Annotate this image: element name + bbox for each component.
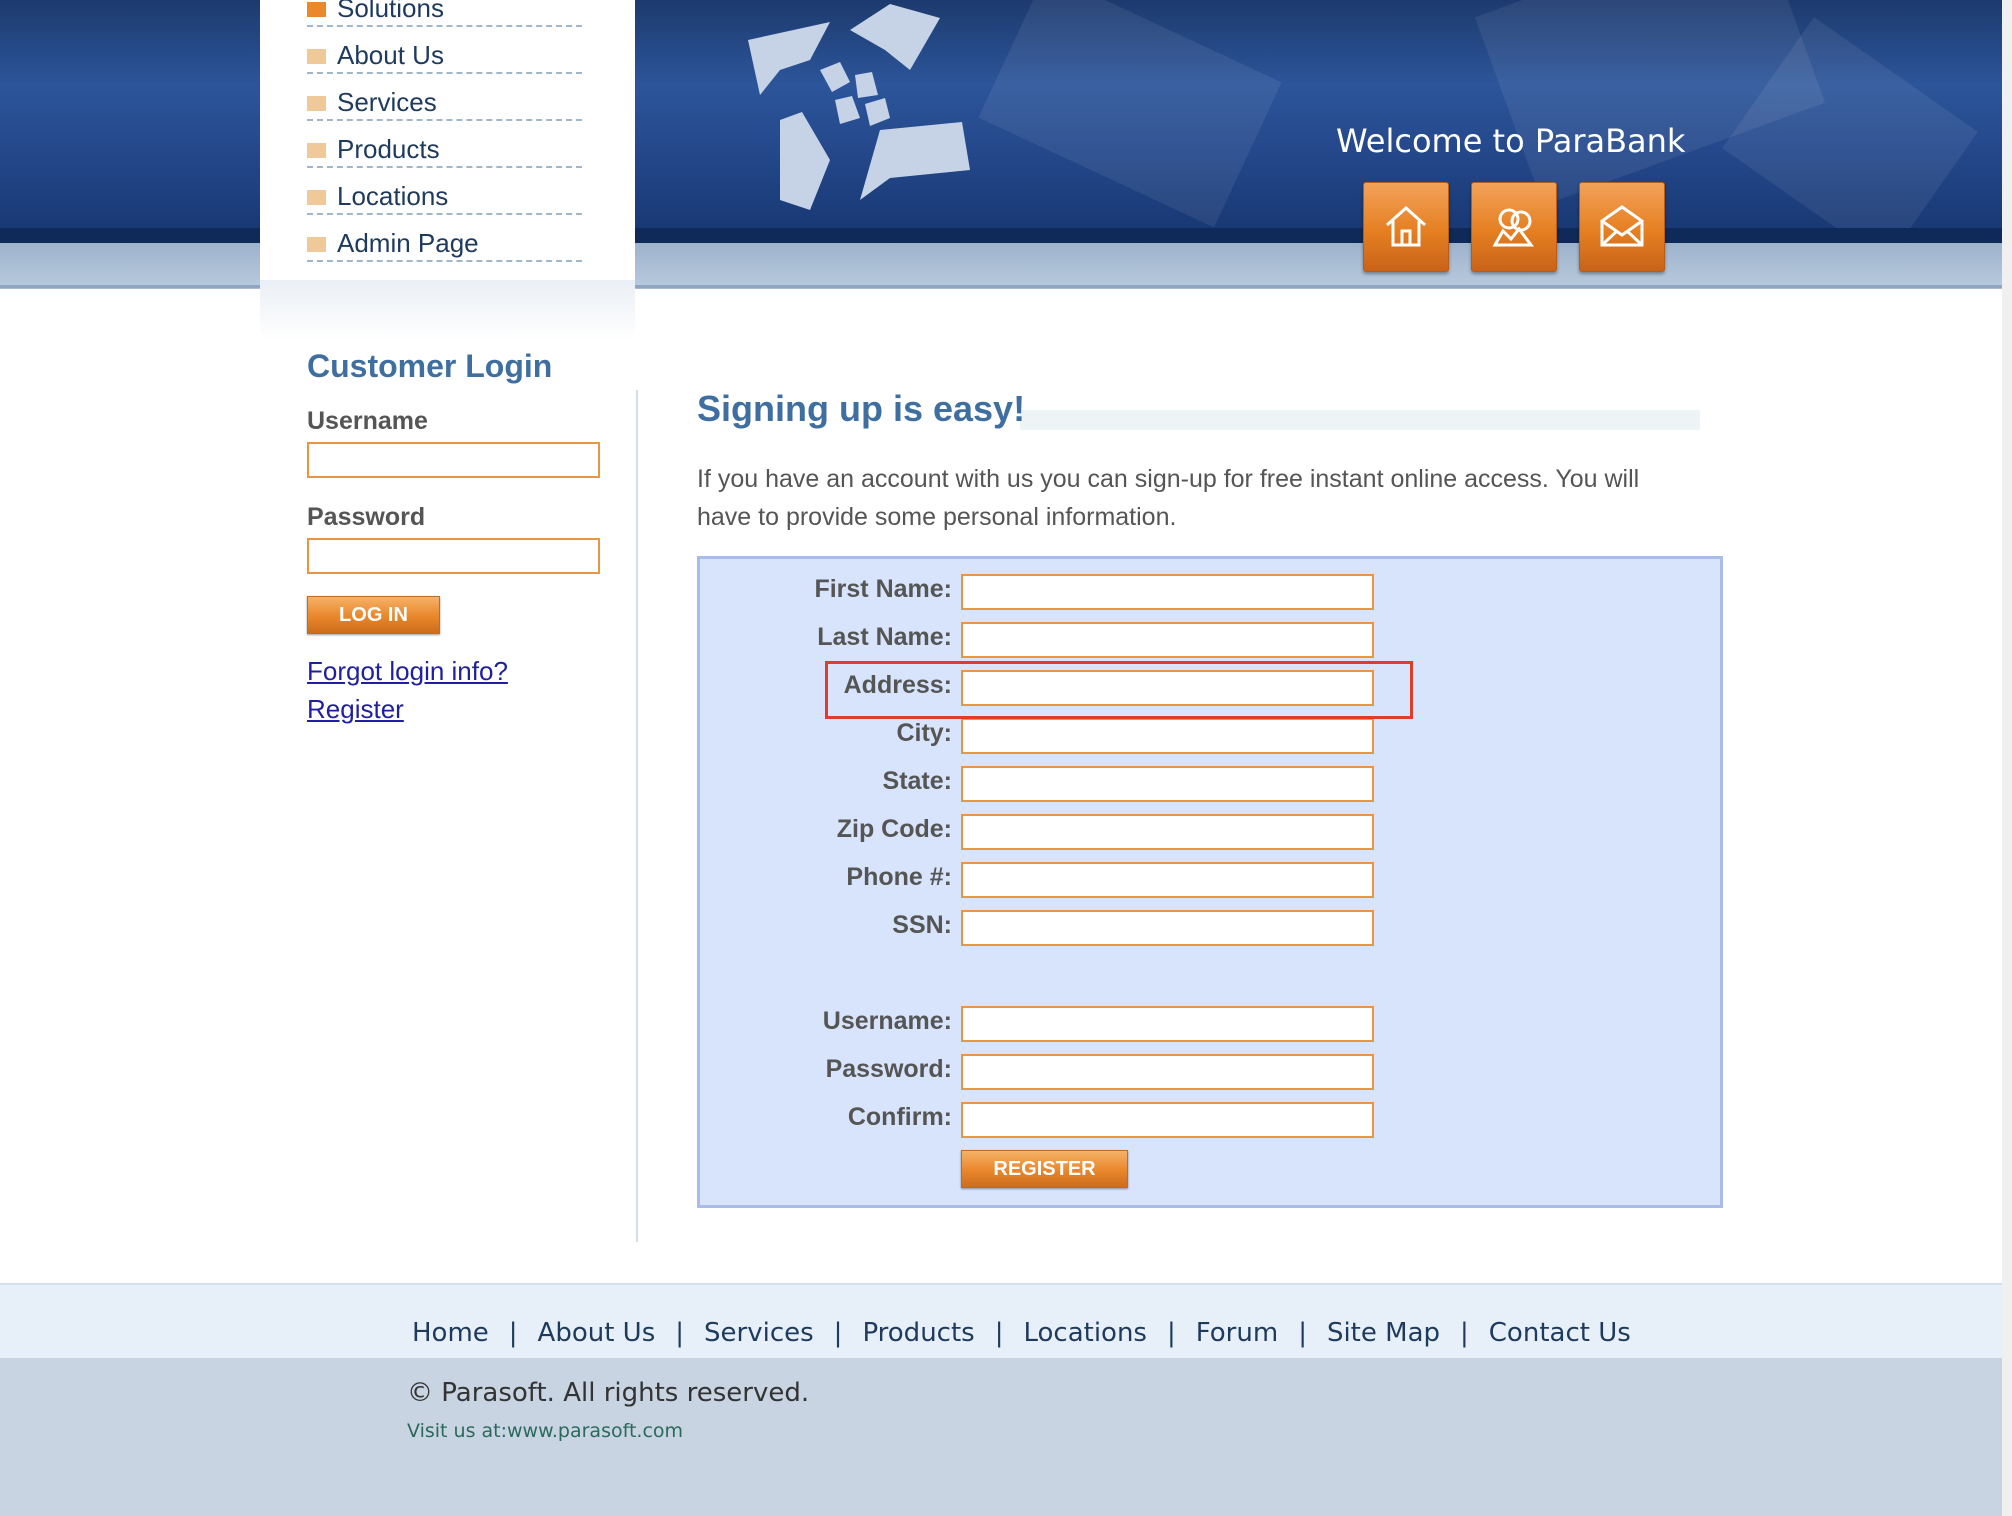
address-highlight-box <box>825 661 1413 719</box>
copyright-text: © Parasoft. All rights reserved. <box>407 1378 810 1408</box>
phone-label: Phone #: <box>846 863 952 891</box>
footer-lower <box>0 1358 2002 1516</box>
username-field-label: Username: <box>822 1007 952 1035</box>
bullet-icon <box>307 237 326 252</box>
footer-separator: | <box>1166 1318 1176 1348</box>
bullet-icon <box>307 49 326 64</box>
sidebar-item-services[interactable]: Services <box>307 74 582 121</box>
confirm-label: Confirm: <box>847 1103 952 1131</box>
first-name-input[interactable] <box>961 574 1374 610</box>
sidebar-item-label[interactable]: Locations <box>337 181 448 212</box>
footer-separator: | <box>1460 1318 1469 1348</box>
password-label: Password <box>307 503 426 531</box>
bullet-icon <box>307 190 326 205</box>
footer-link-forum[interactable]: Forum <box>1196 1318 1278 1348</box>
sidebar-item-label[interactable]: Services <box>337 87 437 118</box>
about-people-icon <box>1492 208 1534 247</box>
footer-separator: | <box>508 1318 518 1348</box>
footer-link-home[interactable]: Home <box>412 1318 489 1348</box>
column-divider <box>636 390 638 1242</box>
footer-link-products[interactable]: Products <box>862 1318 974 1348</box>
footer-link-site-map[interactable]: Site Map <box>1327 1318 1440 1348</box>
username-input[interactable] <box>961 1006 1374 1042</box>
sidebar-item-locations[interactable]: Locations <box>307 168 582 215</box>
ssn-label: SSN: <box>892 911 952 939</box>
register-button[interactable]: REGISTER <box>961 1150 1128 1188</box>
login-password-input[interactable] <box>307 538 600 574</box>
confirm-password-input[interactable] <box>961 1102 1374 1138</box>
log-in-button[interactable]: LOG IN <box>307 596 440 634</box>
visit-us-text: Visit us at:www.parasoft.com <box>407 1420 684 1442</box>
footer-link-locations[interactable]: Locations <box>1023 1318 1147 1348</box>
bullet-icon <box>307 2 326 17</box>
sidebar-item-admin-page[interactable]: Admin Page <box>307 215 582 262</box>
about-button[interactable] <box>1471 182 1557 272</box>
username-label: Username <box>307 407 428 435</box>
zip-code-input[interactable] <box>961 814 1374 850</box>
state-label: State: <box>882 767 952 795</box>
home-button[interactable] <box>1363 182 1449 272</box>
footer-link-contact-us[interactable]: Contact Us <box>1489 1318 1631 1348</box>
home-icon <box>1385 205 1427 247</box>
window-edge <box>2002 0 2012 1516</box>
password-input[interactable] <box>961 1054 1374 1090</box>
register-link[interactable]: Register <box>307 694 404 725</box>
title-underline <box>1020 410 1700 430</box>
sidebar-item-label[interactable]: Admin Page <box>337 228 479 259</box>
footer-separator: | <box>833 1318 843 1348</box>
first-name-label: First Name: <box>814 575 952 603</box>
banner-decoration <box>978 0 1282 228</box>
contact-button[interactable] <box>1579 182 1665 272</box>
last-name-input[interactable] <box>961 622 1374 658</box>
footer-separator: | <box>675 1318 685 1348</box>
welcome-text: Welcome to ParaBank <box>1336 122 1686 160</box>
state-input[interactable] <box>961 766 1374 802</box>
sidebar-item-label[interactable]: Solutions <box>337 0 444 24</box>
sidebar-item-label[interactable]: About Us <box>337 40 444 71</box>
contact-mail-icon <box>1600 205 1644 247</box>
login-username-input[interactable] <box>307 442 600 478</box>
phone-input[interactable] <box>961 862 1374 898</box>
zip-code-label: Zip Code: <box>836 815 952 843</box>
form-labels: First Name: Last Name: Address: City: St… <box>692 0 952 1200</box>
last-name-label: Last Name: <box>817 623 952 651</box>
footer-separator: | <box>994 1318 1004 1348</box>
forgot-login-link[interactable]: Forgot login info? <box>307 656 508 687</box>
ssn-input[interactable] <box>961 910 1374 946</box>
footer-link-about-us[interactable]: About Us <box>538 1318 656 1348</box>
customer-login-title: Customer Login <box>307 348 553 384</box>
footer-separator: | <box>1298 1318 1307 1348</box>
bullet-icon <box>307 143 326 158</box>
city-label: City: <box>896 719 952 747</box>
sidebar-item-products[interactable]: Products <box>307 121 582 168</box>
left-panel-fade <box>260 280 635 340</box>
sidebar-item-solutions[interactable]: Solutions <box>307 0 582 27</box>
footer-link-services[interactable]: Services <box>704 1318 814 1348</box>
sidebar-item-label[interactable]: Products <box>337 134 440 165</box>
footer-nav: Home | About Us | Services | Products | Location… <box>412 1318 1631 1348</box>
sidebar-nav: Solutions About Us Services Products Loc… <box>307 0 582 262</box>
sidebar-item-about-us[interactable]: About Us <box>307 27 582 74</box>
city-input[interactable] <box>961 718 1374 754</box>
password-field-label: Password: <box>825 1055 952 1083</box>
bullet-icon <box>307 96 326 111</box>
